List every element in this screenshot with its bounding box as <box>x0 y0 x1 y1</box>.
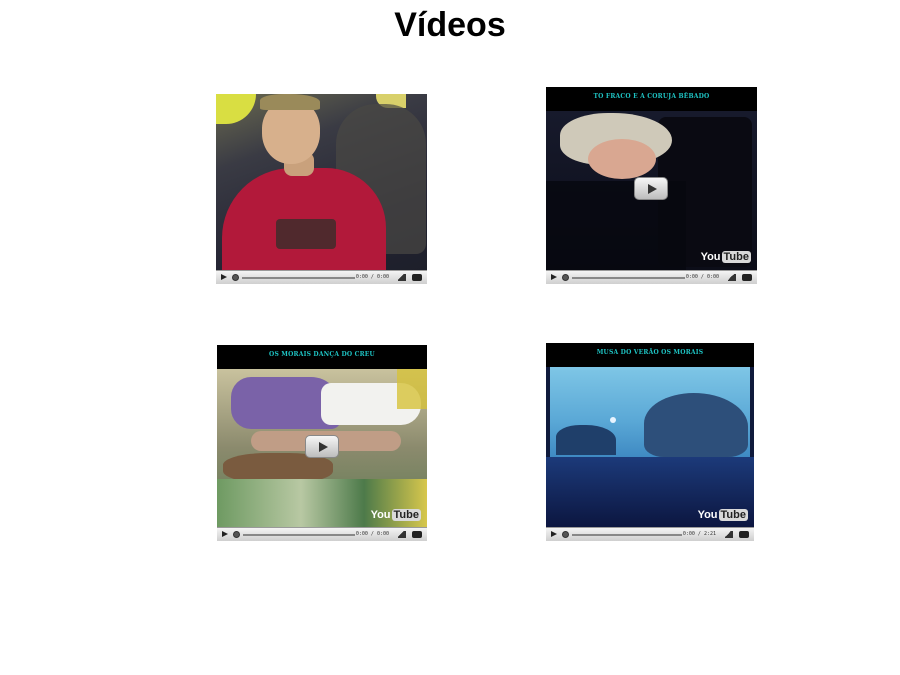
seek-bar[interactable] <box>242 277 355 279</box>
video-title: TO FRACO E A CORUJA BÊBADO <box>546 87 757 111</box>
shirt-print <box>276 219 336 249</box>
youtube-logo-tube: Tube <box>391 509 421 521</box>
time-display: 0:00 / 0:00 <box>355 274 389 280</box>
fullscreen-icon[interactable] <box>412 274 422 281</box>
person-face <box>588 139 656 179</box>
play-icon[interactable] <box>221 274 227 280</box>
video-thumbnail[interactable] <box>216 94 427 270</box>
player-controls: 0:00 / 0:00 <box>217 527 427 541</box>
fullscreen-icon[interactable] <box>739 531 749 538</box>
play-overlay-button[interactable] <box>634 177 668 200</box>
player-controls: 0:00 / 0:00 <box>546 270 757 284</box>
play-icon[interactable] <box>551 531 557 537</box>
play-overlay-button[interactable] <box>305 435 339 458</box>
video-player-2[interactable]: TO FRACO E A CORUJA BÊBADO You Tube 0:00 … <box>546 87 757 284</box>
video-thumbnail[interactable] <box>546 367 754 527</box>
time-display: 0:00 / 2:21 <box>682 531 716 537</box>
scene-trees <box>556 425 616 455</box>
time-display: 0:00 / 0:00 <box>355 531 389 537</box>
video-player-4[interactable]: MUSA DO VERÃO OS MORAIS You Tube 0:00 / 2… <box>546 343 754 541</box>
youtube-logo-you: You <box>700 251 721 263</box>
youtube-logo[interactable]: You Tube <box>371 509 421 521</box>
volume-icon[interactable] <box>725 531 733 538</box>
fullscreen-icon[interactable] <box>412 531 422 538</box>
youtube-logo-you: You <box>370 509 391 521</box>
person-hair <box>260 94 320 110</box>
play-icon[interactable] <box>551 274 557 280</box>
player-controls: 0:00 / 2:21 <box>546 527 754 541</box>
scene-rock <box>644 393 748 457</box>
page-title: Vídeos <box>394 6 506 44</box>
youtube-logo-you: You <box>697 509 718 521</box>
play-icon[interactable] <box>222 531 228 537</box>
seek-handle[interactable] <box>232 274 239 281</box>
time-display: 0:00 / 0:00 <box>685 274 719 280</box>
seek-handle[interactable] <box>233 531 240 538</box>
volume-icon[interactable] <box>398 531 406 538</box>
video-title: OS MORAIS DANÇA DO CREU <box>217 345 427 369</box>
volume-icon[interactable] <box>398 274 406 281</box>
seek-bar[interactable] <box>572 534 682 536</box>
volume-icon[interactable] <box>728 274 736 281</box>
youtube-logo-tube: Tube <box>721 251 751 263</box>
youtube-logo[interactable]: You Tube <box>701 251 751 263</box>
scene-yellow <box>397 369 427 409</box>
seek-bar[interactable] <box>572 277 685 279</box>
video-player-1[interactable]: 0:00 / 0:00 <box>216 94 427 284</box>
video-player-3[interactable]: OS MORAIS DANÇA DO CREU You Tube 0:00 / 0… <box>217 345 427 541</box>
seek-handle[interactable] <box>562 531 569 538</box>
scene-moon <box>610 417 616 423</box>
youtube-logo[interactable]: You Tube <box>698 509 748 521</box>
video-title: MUSA DO VERÃO OS MORAIS <box>546 343 754 367</box>
seek-bar[interactable] <box>243 534 355 536</box>
player-controls: 0:00 / 0:00 <box>216 270 427 284</box>
youtube-logo-tube: Tube <box>718 509 748 521</box>
fullscreen-icon[interactable] <box>742 274 752 281</box>
seek-handle[interactable] <box>562 274 569 281</box>
